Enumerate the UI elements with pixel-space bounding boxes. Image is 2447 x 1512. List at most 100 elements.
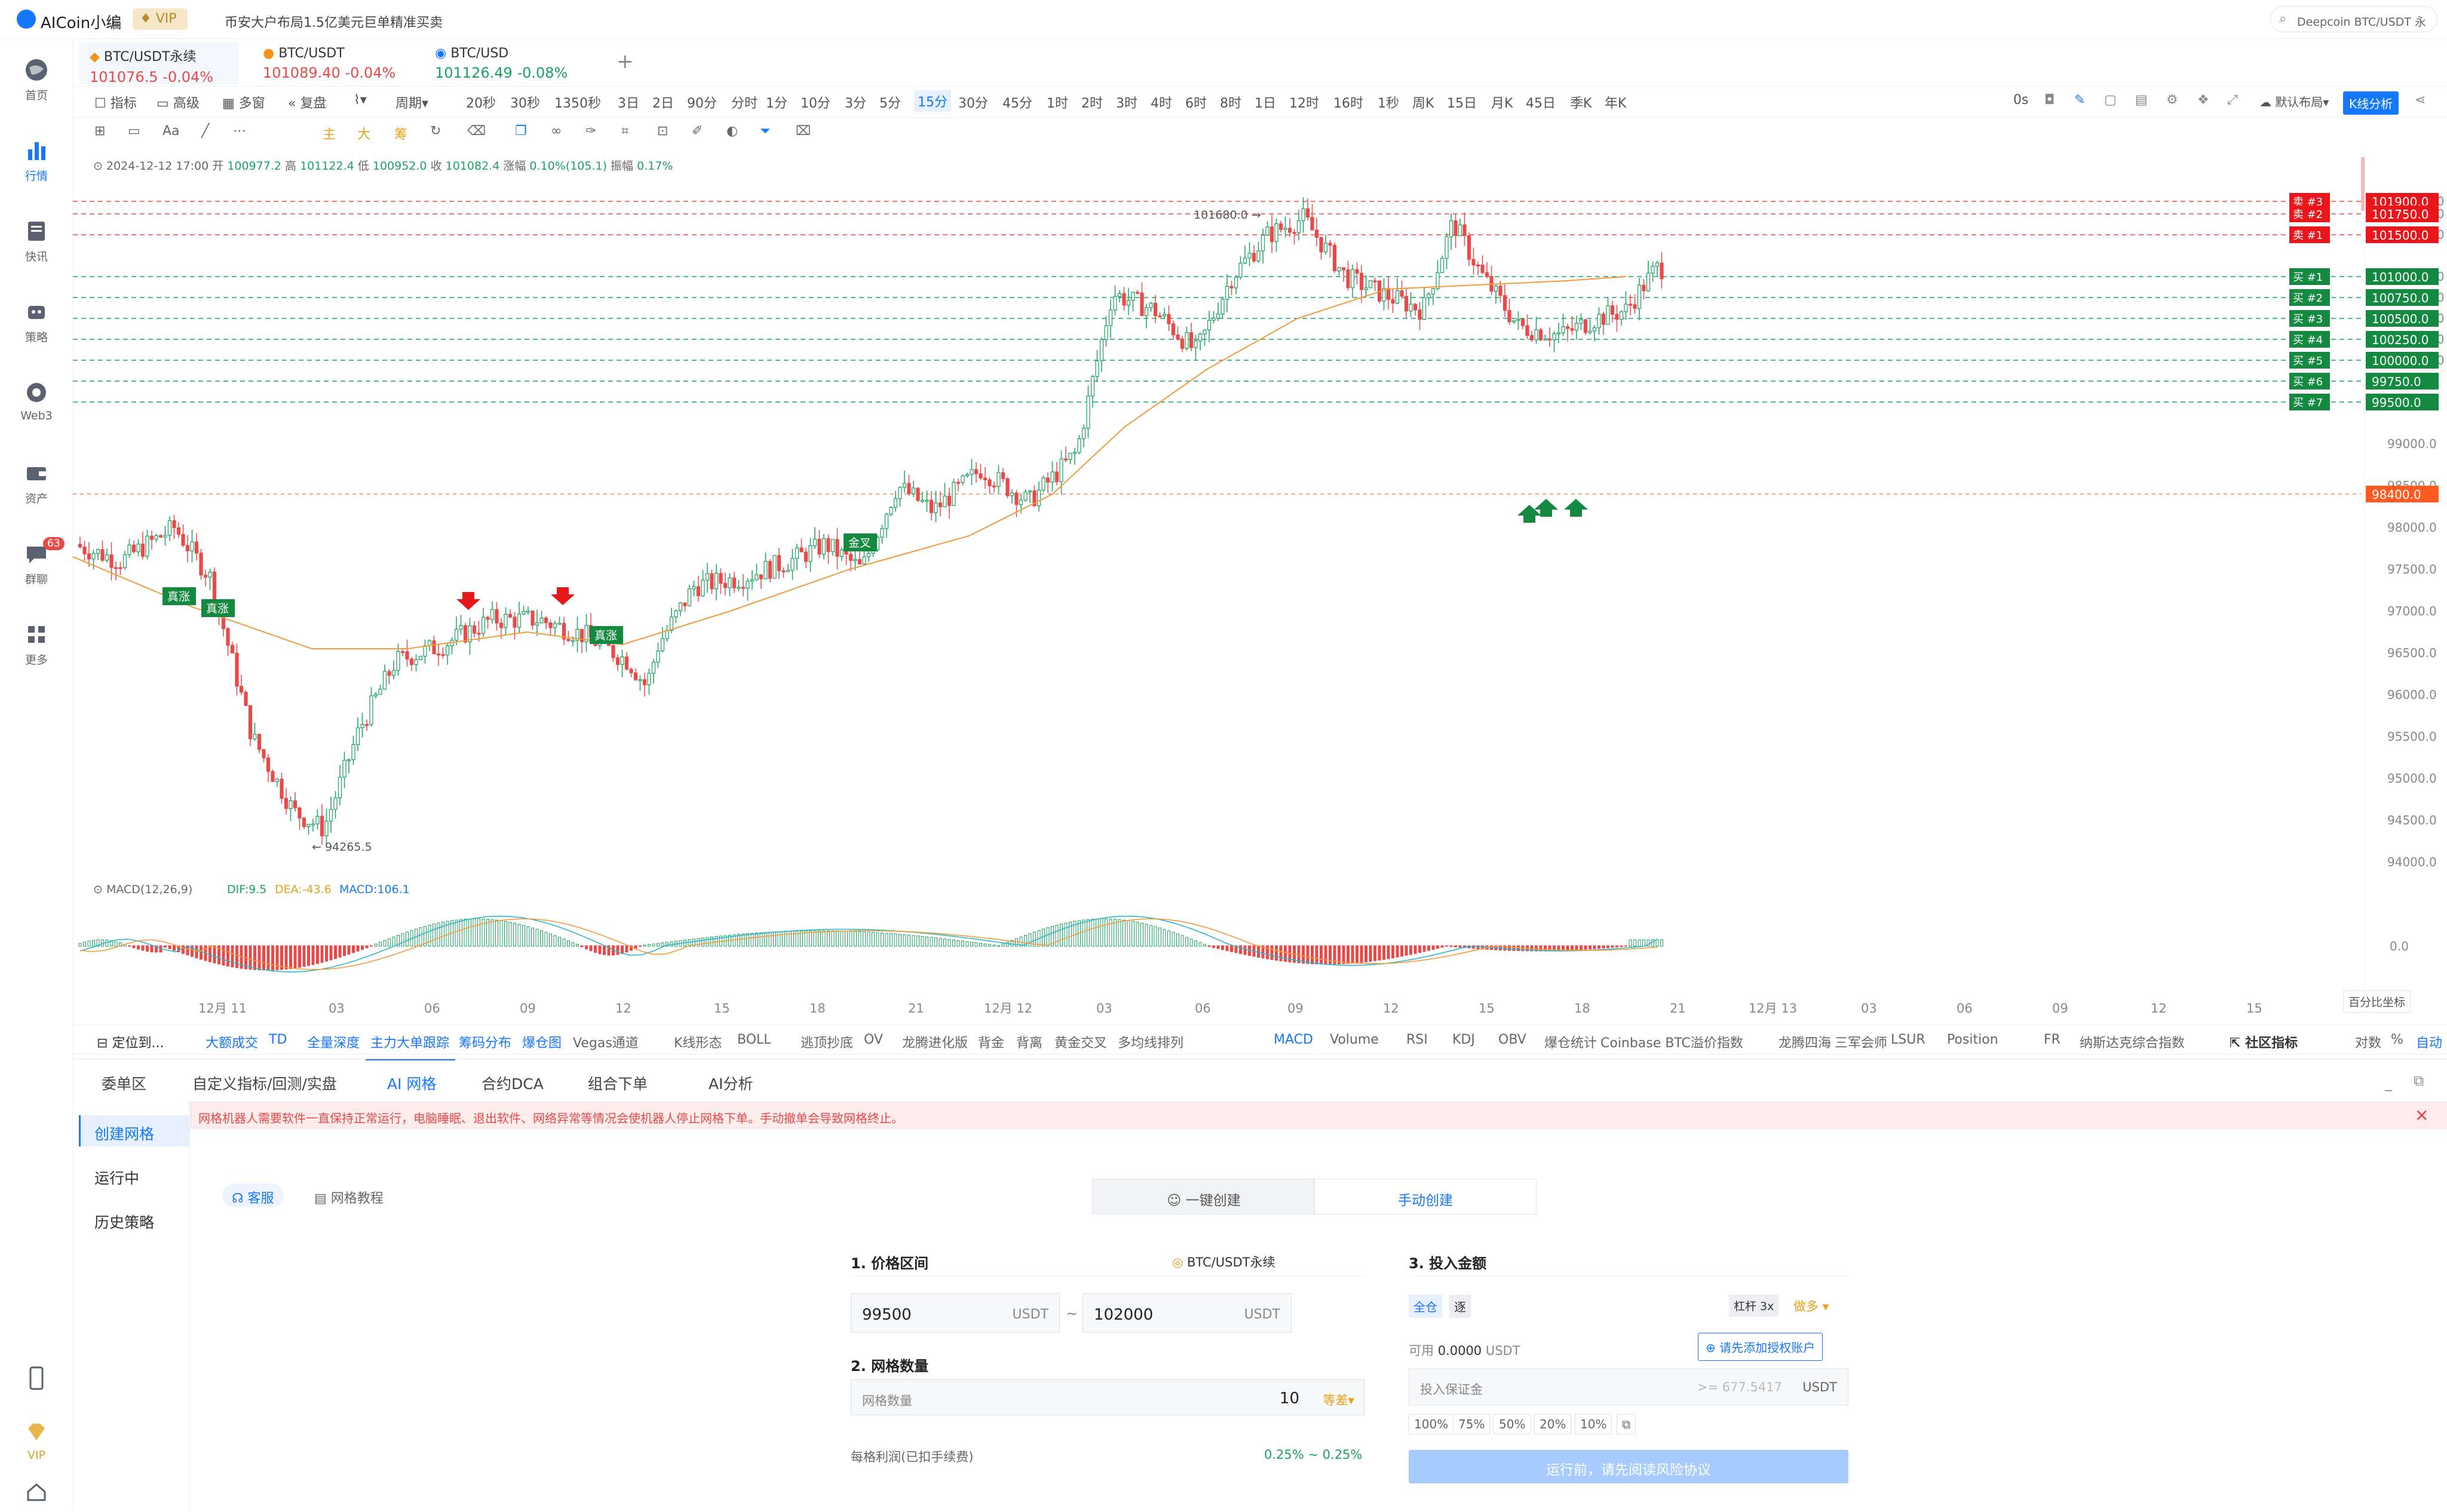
- sub-indicator-2[interactable]: RSI: [1406, 1032, 1428, 1047]
- chart-area[interactable]: ⊙ 2024-12-12 17:00 开 100977.2 高 101122.4…: [73, 151, 2447, 1029]
- period-button[interactable]: 周期▾: [395, 93, 428, 112]
- sub-indicator-6[interactable]: Coinbase BTC溢价指数: [1600, 1032, 1743, 1051]
- pct-75[interactable]: 75%: [1453, 1414, 1491, 1434]
- leverage-button[interactable]: 杠杆 3x: [1729, 1295, 1779, 1317]
- auto-toggle[interactable]: 自动: [2416, 1032, 2442, 1051]
- line-icon[interactable]: ╱: [201, 124, 209, 139]
- tab-btc-usd[interactable]: ◉ BTC/USD 101126.49 -0.08%: [424, 42, 597, 84]
- trash-icon[interactable]: ⌧: [796, 124, 811, 139]
- kline-analysis-button[interactable]: K线分析: [2343, 91, 2399, 115]
- period-12[interactable]: 30分: [958, 93, 988, 112]
- sub-indicator-12[interactable]: 纳斯达克综合指数: [2080, 1032, 2185, 1051]
- tutorial-link[interactable]: ▤ 网格教程: [314, 1188, 384, 1207]
- period-10[interactable]: 5分: [879, 93, 901, 112]
- locate-button[interactable]: ⊟ 定位到...: [97, 1032, 164, 1051]
- period-28[interactable]: 季K: [1570, 93, 1592, 112]
- cycle-icon[interactable]: ↻: [430, 124, 441, 139]
- indicator-11[interactable]: 龙腾进化版: [902, 1032, 968, 1051]
- headline-ticker[interactable]: 币安大户布局1.5亿美元巨单精准买卖: [225, 12, 443, 31]
- indicator-6[interactable]: Vegas通道: [573, 1032, 639, 1051]
- mode-cross-button[interactable]: 全仓: [1409, 1295, 1442, 1318]
- period-1[interactable]: 30秒: [510, 93, 540, 112]
- chart-type-button[interactable]: ⌇▾: [354, 93, 367, 108]
- period-29[interactable]: 年K: [1605, 93, 1626, 112]
- sub-indicator-4[interactable]: OBV: [1498, 1032, 1526, 1047]
- replay-button[interactable]: « 复盘: [288, 93, 326, 112]
- period-23[interactable]: 1秒: [1378, 93, 1399, 112]
- tab-contract-dca[interactable]: 合约DCA: [482, 1072, 544, 1094]
- indicator-9[interactable]: 逃顶抄底: [801, 1032, 853, 1051]
- period-3[interactable]: 3日: [618, 93, 639, 112]
- filter-icon[interactable]: ⏷: [760, 124, 771, 139]
- indicator-0[interactable]: 大额成交: [206, 1032, 258, 1051]
- chip-tool[interactable]: 筹: [394, 124, 407, 143]
- chart-tool-icon[interactable]: ⌗: [621, 124, 628, 139]
- brush-icon[interactable]: ✑: [585, 124, 596, 139]
- fullscreen-icon[interactable]: ⤢: [2227, 93, 2238, 108]
- period-14[interactable]: 1时: [1047, 93, 1068, 112]
- menu-create-grid[interactable]: 创建网格: [94, 1123, 154, 1144]
- period-13[interactable]: 45分: [1002, 93, 1032, 112]
- grid-type-select[interactable]: 等差▾: [1323, 1391, 1354, 1409]
- sidebar-vip[interactable]: VIP: [0, 1419, 73, 1462]
- community-indicators[interactable]: ⇱ 社区指标: [2230, 1032, 2298, 1051]
- close-icon[interactable]: ✕: [2415, 1106, 2428, 1125]
- period-2[interactable]: 1350秒: [554, 93, 601, 112]
- tab-orders[interactable]: 委单区: [102, 1072, 146, 1094]
- eraser-icon[interactable]: ⌫: [467, 124, 486, 139]
- period-5[interactable]: 90分: [687, 93, 717, 112]
- period-19[interactable]: 8时: [1220, 93, 1241, 112]
- window-icon[interactable]: ▢: [2104, 93, 2117, 108]
- mode-isolated-button[interactable]: 逐: [1449, 1295, 1471, 1318]
- indicator-3[interactable]: 主力大单跟踪: [370, 1032, 449, 1051]
- indicator-8[interactable]: BOLL: [737, 1032, 771, 1047]
- advanced-button[interactable]: ▭ 高级: [157, 93, 200, 112]
- tab-btc-usdt-perp[interactable]: ◆ BTC/USDT永续 101076.5 -0.04%: [79, 42, 239, 85]
- period-24[interactable]: 周K: [1412, 93, 1434, 112]
- sidebar-item-assets[interactable]: 资产: [0, 460, 73, 506]
- minimize-icon[interactable]: _: [2385, 1075, 2392, 1091]
- sub-indicator-3[interactable]: KDJ: [1452, 1032, 1475, 1047]
- period-7[interactable]: 1分: [766, 93, 787, 112]
- magnet-icon[interactable]: ◐: [726, 124, 738, 139]
- palette-icon[interactable]: ❖: [2197, 93, 2209, 108]
- edit-icon[interactable]: ✐: [692, 124, 703, 139]
- big-tool[interactable]: 大: [357, 124, 370, 143]
- grid-count-input[interactable]: 网格数量 10 等差▾: [851, 1379, 1364, 1415]
- margin-input[interactable]: 投入保证金 >= 677.5417 USDT: [1409, 1369, 1848, 1406]
- period-6[interactable]: 分时: [731, 93, 758, 112]
- period-22[interactable]: 16时: [1333, 93, 1363, 112]
- indicator-13[interactable]: 背离: [1016, 1032, 1042, 1051]
- period-15[interactable]: 2时: [1081, 93, 1103, 112]
- main-tool[interactable]: 主: [323, 124, 336, 143]
- tab-ai-grid[interactable]: AI 网格: [387, 1072, 436, 1094]
- pct-10[interactable]: 10%: [1575, 1414, 1612, 1434]
- period-9[interactable]: 3分: [845, 93, 866, 112]
- sidebar-item-strategy[interactable]: 策略: [0, 299, 73, 345]
- service-button[interactable]: ☊ 客服: [222, 1183, 284, 1207]
- mode-manual-button[interactable]: 手动创建: [1314, 1179, 1537, 1214]
- sub-indicator-8[interactable]: 三军会师: [1835, 1032, 1887, 1051]
- sub-indicator-5[interactable]: 爆仓统计: [1544, 1032, 1597, 1051]
- period-26[interactable]: 月K: [1491, 93, 1513, 112]
- menu-running[interactable]: 运行中: [94, 1167, 139, 1188]
- add-tab-button[interactable]: +: [617, 50, 634, 73]
- more-icon[interactable]: ⋯: [233, 124, 246, 139]
- mode-auto-button[interactable]: ☺ 一键创建: [1092, 1179, 1314, 1214]
- sub-indicator-7[interactable]: 龙腾四海: [1778, 1032, 1831, 1051]
- tab-btc-usdt[interactable]: ● BTC/USDT 101089.40 -0.04%: [252, 42, 413, 84]
- indicators-button[interactable]: ☐ 指标: [94, 93, 137, 112]
- layers-icon[interactable]: ▤: [2135, 93, 2148, 108]
- tab-ai-analysis[interactable]: AI分析: [709, 1072, 753, 1094]
- indicator-5[interactable]: 爆仓图: [522, 1032, 562, 1051]
- indicator-10[interactable]: OV: [864, 1032, 883, 1047]
- pct-50[interactable]: 50%: [1494, 1414, 1531, 1434]
- expand-icon[interactable]: ⧉: [2414, 1072, 2424, 1089]
- period-25[interactable]: 15日: [1447, 93, 1477, 112]
- indicator-4[interactable]: 筹码分布: [459, 1032, 511, 1051]
- period-20[interactable]: 1日: [1255, 93, 1276, 112]
- period-4[interactable]: 2日: [652, 93, 674, 112]
- multi-window-button[interactable]: ▦ 多窗: [222, 93, 265, 112]
- sidebar-settings[interactable]: [0, 1479, 73, 1508]
- sidebar-mobile[interactable]: [0, 1365, 73, 1395]
